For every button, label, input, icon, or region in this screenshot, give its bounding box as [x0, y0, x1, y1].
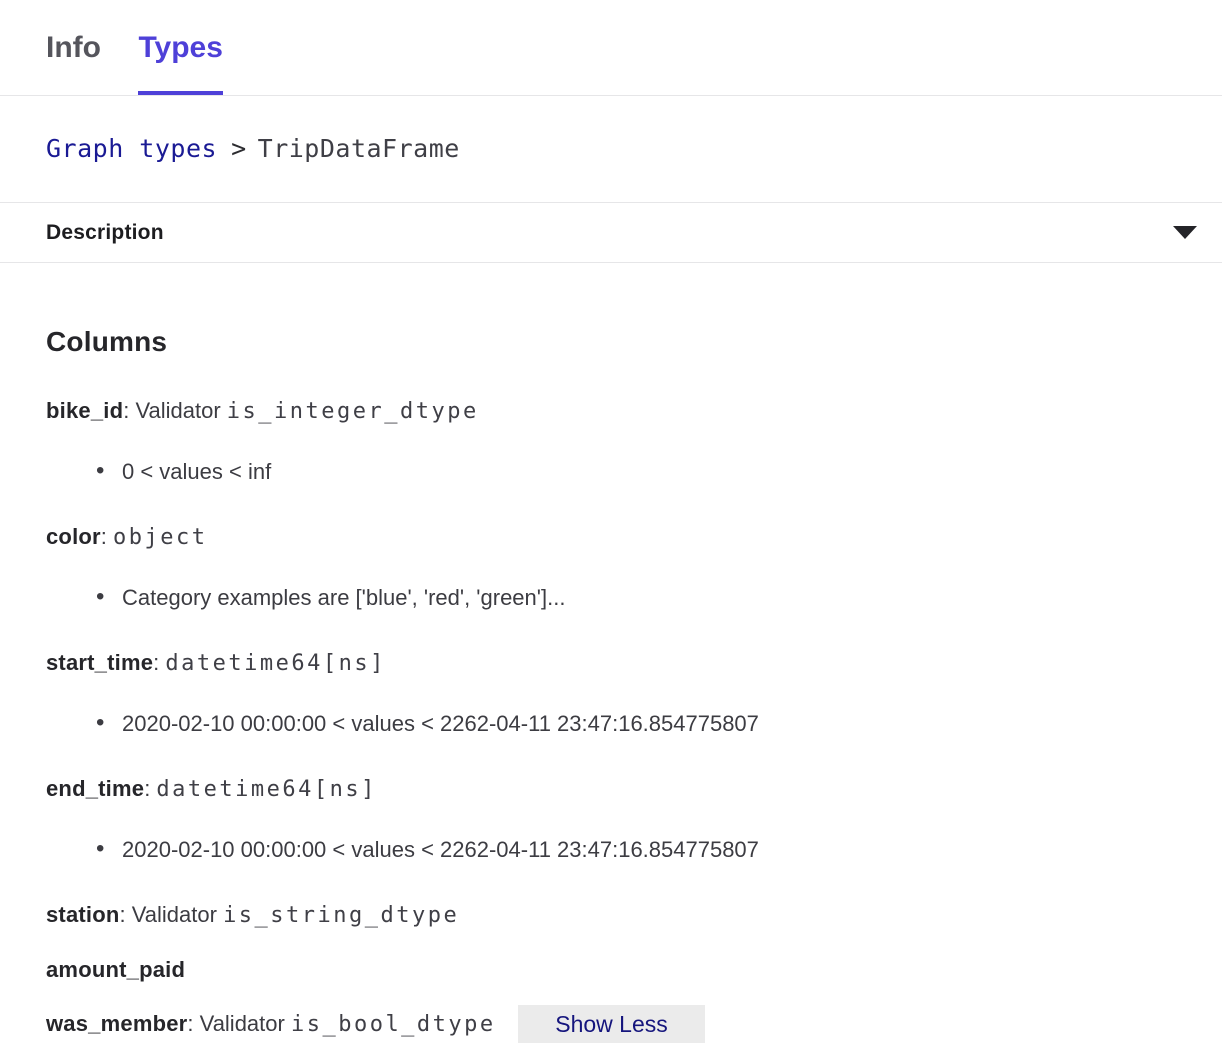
- constraint-item: Category examples are ['blue', 'red', 'g…: [46, 584, 1176, 611]
- columns-section: Columns bike_id: Validator is_integer_dt…: [0, 325, 1222, 1038]
- breadcrumb: Graph types > TripDataFrame: [0, 96, 1222, 203]
- breadcrumb-current-page: TripDataFrame: [258, 134, 460, 163]
- tab-types[interactable]: Types: [138, 30, 222, 95]
- column-definition: amount_paid: [46, 956, 1176, 983]
- column-name: end_time: [46, 776, 144, 801]
- constraint-item: 2020-02-10 00:00:00 < values < 2262-04-1…: [46, 836, 1176, 863]
- column-validator-text: : Validator: [120, 902, 224, 927]
- show-less-button[interactable]: Show Less: [518, 1005, 705, 1043]
- column-constraints-list: 2020-02-10 00:00:00 < values < 2262-04-1…: [46, 836, 1176, 863]
- column-constraints-list: Category examples are ['blue', 'red', 'g…: [46, 584, 1176, 611]
- chevron-down-icon[interactable]: [1173, 226, 1197, 239]
- description-section-title: Description: [46, 221, 164, 245]
- breadcrumb-separator: >: [231, 134, 247, 163]
- constraint-item: 2020-02-10 00:00:00 < values < 2262-04-1…: [46, 710, 1176, 737]
- column-name: bike_id: [46, 398, 123, 423]
- column-validator-text: :: [153, 650, 165, 675]
- column-dtype-code: is_integer_dtype: [227, 399, 479, 424]
- types-panel: Info Types Graph types > TripDataFrame Des…: [0, 0, 1222, 1062]
- column-dtype-code: object: [113, 525, 207, 550]
- column-validator-text: :: [144, 776, 156, 801]
- column-definition: end_time: datetime64[ns]: [46, 775, 1176, 803]
- column-validator-text: :: [101, 524, 113, 549]
- columns-list: bike_id: Validator is_integer_dtype0 < v…: [46, 397, 1176, 1038]
- column-name: color: [46, 524, 101, 549]
- column-definition: bike_id: Validator is_integer_dtype: [46, 397, 1176, 425]
- breadcrumb-link-graph-types[interactable]: Graph types: [46, 134, 217, 163]
- column-dtype-code: is_string_dtype: [223, 903, 459, 928]
- column-constraints-list: 2020-02-10 00:00:00 < values < 2262-04-1…: [46, 710, 1176, 737]
- column-definition: station: Validator is_string_dtype: [46, 901, 1176, 929]
- tab-bar: Info Types: [0, 0, 1222, 96]
- column-validator-text: : Validator: [187, 1011, 291, 1036]
- column-name: was_member: [46, 1011, 187, 1036]
- column-validator-text: : Validator: [123, 398, 227, 423]
- column-dtype-code: datetime64[ns]: [156, 777, 376, 802]
- constraint-item: 0 < values < inf: [46, 458, 1176, 485]
- description-section-header[interactable]: Description: [0, 203, 1222, 263]
- column-constraints-list: 0 < values < inf: [46, 458, 1176, 485]
- tab-info[interactable]: Info: [46, 30, 101, 95]
- column-definition: start_time: datetime64[ns]: [46, 649, 1176, 677]
- column-name: amount_paid: [46, 957, 185, 982]
- columns-heading: Columns: [46, 325, 1176, 359]
- column-definition: color: object: [46, 523, 1176, 551]
- column-name: station: [46, 902, 120, 927]
- column-dtype-code: is_bool_dtype: [291, 1012, 496, 1037]
- column-dtype-code: datetime64[ns]: [165, 651, 385, 676]
- column-name: start_time: [46, 650, 153, 675]
